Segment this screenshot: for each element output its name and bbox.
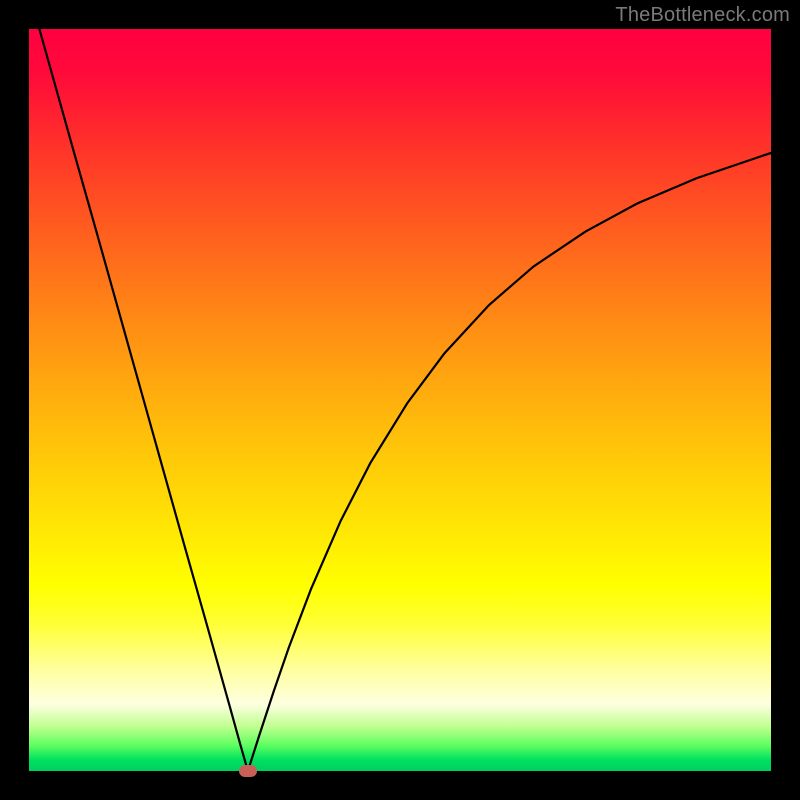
watermark-text: TheBottleneck.com [615, 4, 790, 27]
chart-frame: TheBottleneck.com [0, 0, 800, 800]
curve-minimum-marker [239, 765, 257, 777]
chart-curve-svg [29, 29, 771, 771]
chart-plot-area [29, 29, 771, 771]
bottleneck-curve [29, 29, 771, 771]
